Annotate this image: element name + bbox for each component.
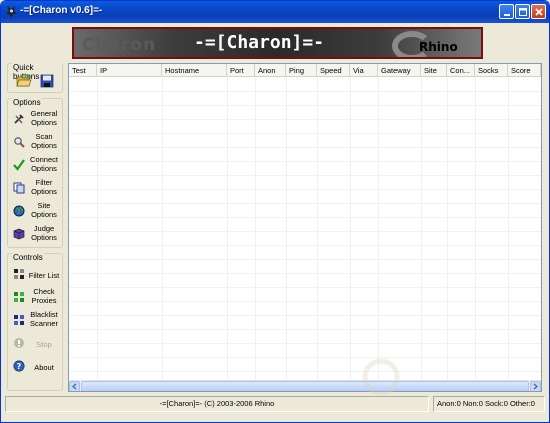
status-bar: -=[Charon]=- (C) 2003-2006 Rhino Anon:0 …	[5, 396, 547, 412]
column-header-speed[interactable]: Speed	[317, 64, 350, 77]
general-options-label: General Options	[30, 109, 58, 127]
save-disk-icon[interactable]	[39, 73, 55, 89]
filter-list-label: Filter List	[28, 271, 60, 280]
help-icon: ?	[13, 360, 25, 372]
tools-icon	[14, 114, 24, 124]
table-gridlines	[69, 78, 541, 380]
checkmark-icon	[13, 159, 25, 171]
column-header-port[interactable]: Port	[227, 64, 255, 77]
title-bar[interactable]: -=[Charon v0.6]=-	[1, 1, 549, 23]
sidebar: Quick buttons Options General Options Sc…	[7, 63, 63, 394]
banner-brand: Rhino	[419, 40, 458, 54]
blacklist-scanner-button[interactable]: Blacklist Scanner	[10, 310, 62, 332]
watermark-circle-icon	[362, 358, 400, 396]
judge-options-label: Judge Options	[31, 224, 57, 242]
arrow-left-icon	[72, 383, 77, 390]
maximize-icon	[519, 8, 527, 16]
maximize-button[interactable]	[515, 4, 530, 19]
close-icon	[535, 8, 543, 16]
filter-pages-icon	[13, 182, 25, 194]
column-header-via[interactable]: Via	[350, 64, 378, 77]
filter-options-label: Filter Options	[31, 178, 57, 196]
options-group: Options General Options Scan Options Con…	[7, 98, 63, 248]
filter-list-icon	[14, 269, 24, 279]
minimize-icon	[504, 14, 510, 16]
status-counts: Anon:0 Non:0 Sock:0 Other:0	[433, 396, 545, 412]
controls-label: Controls	[12, 253, 44, 262]
stop-label: Stop	[36, 340, 52, 349]
quick-buttons-group: Quick buttons	[7, 63, 63, 93]
minimize-button[interactable]	[499, 4, 514, 19]
stop-icon	[14, 338, 24, 348]
filter-list-button[interactable]: Filter List	[10, 264, 62, 286]
magnifier-icon	[14, 137, 25, 148]
connect-options-button[interactable]: Connect Options	[10, 155, 62, 177]
banner-title: -=[Charon]=-	[194, 32, 325, 53]
check-proxies-icon	[14, 292, 24, 302]
open-folder-icon[interactable]	[16, 73, 32, 89]
column-header-score[interactable]: Score	[508, 64, 541, 77]
scroll-left-button[interactable]	[69, 381, 80, 391]
blacklist-scanner-label: Blacklist Scanner	[30, 310, 58, 328]
scan-options-label: Scan Options	[31, 132, 57, 150]
close-button[interactable]	[531, 4, 546, 19]
site-options-button[interactable]: Site Options	[10, 201, 62, 223]
filter-options-button[interactable]: Filter Options	[10, 178, 62, 200]
column-header-ping[interactable]: Ping	[286, 64, 317, 77]
svg-text:?: ?	[17, 362, 22, 371]
connect-options-label: Connect Options	[30, 155, 58, 173]
proxy-list-table[interactable]: Test IP Hostname Port Anon Ping Speed Vi…	[68, 63, 542, 392]
globe-icon	[13, 205, 25, 217]
column-header-site[interactable]: Site	[421, 64, 447, 77]
table-header: Test IP Hostname Port Anon Ping Speed Vi…	[69, 64, 541, 77]
site-options-label: Site Options	[31, 201, 57, 219]
main-window: -=[Charon v0.6]=- Charon -=[Charon]=- Rh…	[0, 0, 550, 423]
column-header-socks[interactable]: Socks	[475, 64, 508, 77]
app-icon[interactable]	[5, 5, 18, 19]
options-label: Options	[12, 98, 42, 107]
check-proxies-button[interactable]: Check Proxies	[10, 287, 62, 309]
banner-ghost-text: Charon	[82, 35, 157, 55]
watermark-logo	[361, 357, 549, 397]
column-header-ip[interactable]: IP	[97, 64, 162, 77]
charon-banner: Charon -=[Charon]=- Rhino	[72, 27, 483, 59]
general-options-button[interactable]: General Options	[10, 109, 62, 131]
column-header-hostname[interactable]: Hostname	[162, 64, 227, 77]
judge-options-button[interactable]: Judge Options	[10, 224, 62, 246]
column-header-con[interactable]: Con...	[447, 64, 475, 77]
status-copyright: -=[Charon]=- (C) 2003-2006 Rhino	[5, 396, 429, 412]
check-proxies-label: Check Proxies	[31, 287, 57, 305]
column-header-anon[interactable]: Anon	[255, 64, 286, 77]
column-header-gateway[interactable]: Gateway	[378, 64, 421, 77]
blacklist-icon	[14, 315, 24, 325]
scan-options-button[interactable]: Scan Options	[10, 132, 62, 154]
controls-group: Controls Filter List Check Proxies Black…	[7, 253, 63, 391]
window-title: -=[Charon v0.6]=-	[20, 5, 103, 16]
column-header-test[interactable]: Test	[69, 64, 97, 77]
cube-icon	[13, 228, 25, 240]
stop-button[interactable]: Stop	[10, 333, 62, 355]
about-button[interactable]: ? About	[10, 356, 62, 378]
about-label: About	[34, 363, 54, 372]
